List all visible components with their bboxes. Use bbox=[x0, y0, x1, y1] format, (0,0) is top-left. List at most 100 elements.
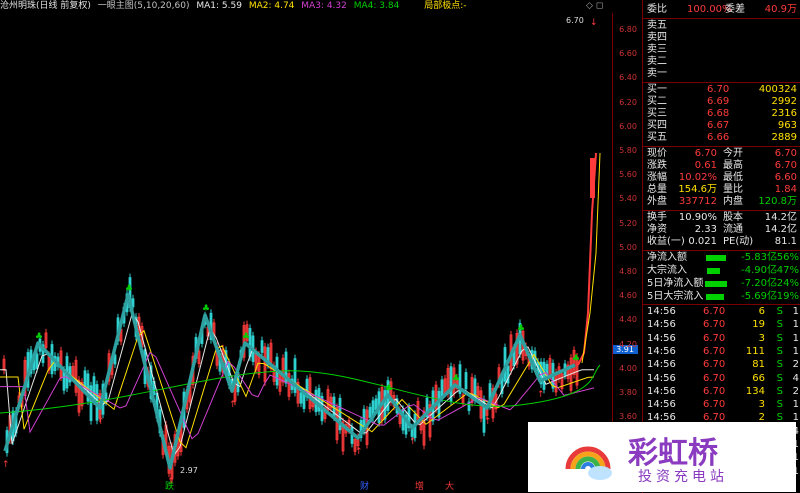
quote-label: 最高 bbox=[723, 160, 743, 171]
tick-row: 14:56 6.70 134 S 2 bbox=[643, 386, 800, 398]
fundamental-label: 收益(一) bbox=[647, 236, 685, 247]
flow-value: -5.83亿 bbox=[741, 252, 777, 263]
ma2-value: MA2: 4.74 bbox=[248, 1, 295, 11]
quote-panel: 委比 100.00% 委差 40.9万 卖五 卖四 卖三 卖二 卖一 买一 6.70 400… bbox=[642, 0, 800, 493]
ask-row: 卖三 bbox=[643, 44, 800, 56]
tick-side: S bbox=[776, 399, 783, 411]
bid-label: 买二 bbox=[647, 96, 667, 107]
price-tick: 4.00 bbox=[619, 363, 637, 373]
flow-percent: -19% bbox=[773, 291, 799, 302]
ma3-value: MA3: 4.32 bbox=[301, 1, 347, 11]
quote-value: 120.8万 bbox=[758, 196, 797, 207]
flow-row: 净流入额 -5.83亿 -56% bbox=[643, 252, 800, 264]
quote-label: 今开 bbox=[723, 148, 743, 159]
fundamental-row: 净资 2.33 流通 14.2亿 bbox=[643, 224, 800, 236]
quote-label: 外盘 bbox=[647, 196, 667, 207]
tick-count: 1 bbox=[792, 345, 799, 357]
fundamental-row: 换手 10.90% 股本 14.2亿 bbox=[643, 212, 800, 224]
tick-volume: 19 bbox=[752, 319, 765, 331]
candle-body bbox=[35, 353, 39, 369]
flow-bar bbox=[706, 294, 724, 300]
watermark-subtitle: 投资充电站 bbox=[638, 469, 728, 485]
quote-value: 337712 bbox=[678, 196, 717, 207]
quote-label: 内盘 bbox=[723, 196, 743, 207]
tick-count: 2 bbox=[792, 385, 799, 397]
flow-percent: -47% bbox=[773, 265, 799, 276]
flow-percent: -24% bbox=[773, 278, 799, 289]
sell-marker-icon: ♣ bbox=[125, 284, 133, 294]
tick-volume: 111 bbox=[745, 345, 765, 357]
kline-canvas: ↑♣↑♣↑♣↑♣↑♣↑♣↑♣↑♣↓ bbox=[0, 18, 601, 487]
bid-price: 6.67 bbox=[707, 120, 730, 131]
bid-volume: 2889 bbox=[771, 132, 797, 143]
flow-label: 5日净流入额 bbox=[647, 278, 704, 289]
fundamental-value: 2.33 bbox=[694, 224, 717, 235]
price-tick: 5.60 bbox=[619, 170, 637, 180]
flow-bar bbox=[707, 268, 720, 274]
flow-row: 大宗流入 -4.90亿 -47% bbox=[643, 265, 800, 277]
quote-label: 量比 bbox=[723, 184, 743, 195]
buy-arrow-icon: ↑ bbox=[484, 417, 492, 427]
tick-volume: 81 bbox=[752, 359, 765, 371]
price-tick: 5.00 bbox=[619, 242, 637, 252]
sell-marker-icon: ♣ bbox=[452, 374, 460, 384]
window-controls[interactable]: ◇ ◻ bbox=[586, 1, 603, 11]
bid-volume: 2316 bbox=[771, 108, 797, 119]
stock-title[interactable]: 沧州明珠(日线 前复权) bbox=[0, 1, 91, 11]
tick-price: 6.70 bbox=[703, 319, 726, 331]
bid-price: 6.68 bbox=[707, 108, 730, 119]
flow-bar bbox=[705, 281, 727, 287]
quote-value: 6.70 bbox=[694, 148, 717, 159]
tick-price: 6.70 bbox=[703, 399, 726, 411]
candle-body bbox=[368, 406, 372, 418]
quote-row: 涨跌 0.61 最高 6.70 bbox=[643, 160, 800, 172]
bid-volume: 2992 bbox=[771, 96, 797, 107]
flow-label: 净流入额 bbox=[647, 252, 687, 263]
quote-label: 涨跌 bbox=[647, 160, 667, 171]
flow-row: 5日大宗流入 -5.69亿 -19% bbox=[643, 291, 800, 303]
tick-price: 6.70 bbox=[703, 359, 726, 371]
weicha-value: 40.9万 bbox=[764, 4, 797, 15]
ask-row: 卖二 bbox=[643, 56, 800, 68]
bid-row: 买五 6.66 2889 bbox=[643, 132, 800, 144]
tick-row: 14:56 6.70 66 S 4 bbox=[643, 373, 800, 385]
fundamental-label: 股本 bbox=[723, 212, 743, 223]
chart-mode[interactable]: 一眼主图(5,10,20,60) bbox=[98, 1, 190, 11]
restore-icon[interactable]: ◻ bbox=[596, 1, 603, 11]
ask-row: 卖五 bbox=[643, 20, 800, 32]
quote-value: 6.70 bbox=[774, 148, 797, 159]
tick-volume: 6 bbox=[758, 306, 765, 317]
tick-row: 14:56 6.70 81 S 2 bbox=[643, 359, 800, 371]
tick-side: S bbox=[776, 359, 783, 371]
quote-value: 6.60 bbox=[774, 172, 797, 183]
tick-row: 14:56 6.70 3 S 1 bbox=[643, 399, 800, 411]
tick-side: S bbox=[776, 385, 783, 397]
tick-volume: 134 bbox=[745, 385, 765, 397]
price-tick: 4.60 bbox=[619, 291, 637, 301]
diamond-icon[interactable]: ◇ bbox=[586, 1, 593, 11]
buy-arrow-icon: ↑ bbox=[409, 437, 417, 447]
sell-marker-icon: ♣ bbox=[385, 384, 393, 394]
limit-up-candle bbox=[590, 158, 595, 198]
price-tick: 6.20 bbox=[619, 97, 637, 107]
tick-volume: 3 bbox=[758, 399, 765, 411]
tick-time: 14:56 bbox=[647, 332, 676, 344]
tick-volume: 3 bbox=[758, 332, 765, 344]
bid-price: 6.69 bbox=[707, 96, 730, 107]
ask-label: 卖三 bbox=[647, 44, 667, 55]
fundamental-value: 81.1 bbox=[774, 236, 797, 247]
tick-row: 14:56 6.70 19 S 1 bbox=[643, 319, 800, 331]
tick-side: S bbox=[776, 319, 783, 331]
price-axis: 6.80 6.60 6.40 6.20 6.00 5.80 5.60 5.40 5.20 5.00… bbox=[612, 13, 643, 483]
chart-header: 沧州明珠(日线 前复权) 一眼主图(5,10,20,60) MA1: 5.59 … bbox=[0, 0, 612, 13]
bid-row: 买三 6.68 2316 bbox=[643, 108, 800, 120]
tick-time: 14:56 bbox=[647, 306, 676, 317]
tick-row: 14:56 6.70 3 S 1 bbox=[643, 333, 800, 345]
high-label: 6.70 bbox=[566, 16, 584, 25]
kline-chart[interactable]: 沧州明珠(日线 前复权) 一眼主图(5,10,20,60) MA1: 5.59 … bbox=[0, 0, 642, 493]
ask-label: 卖四 bbox=[647, 32, 667, 43]
fundamental-label: 流通 bbox=[723, 224, 743, 235]
tick-count: 1 bbox=[792, 306, 799, 317]
quote-label: 最低 bbox=[723, 172, 743, 183]
tick-row: 14:56 6.70 111 S 1 bbox=[643, 346, 800, 358]
